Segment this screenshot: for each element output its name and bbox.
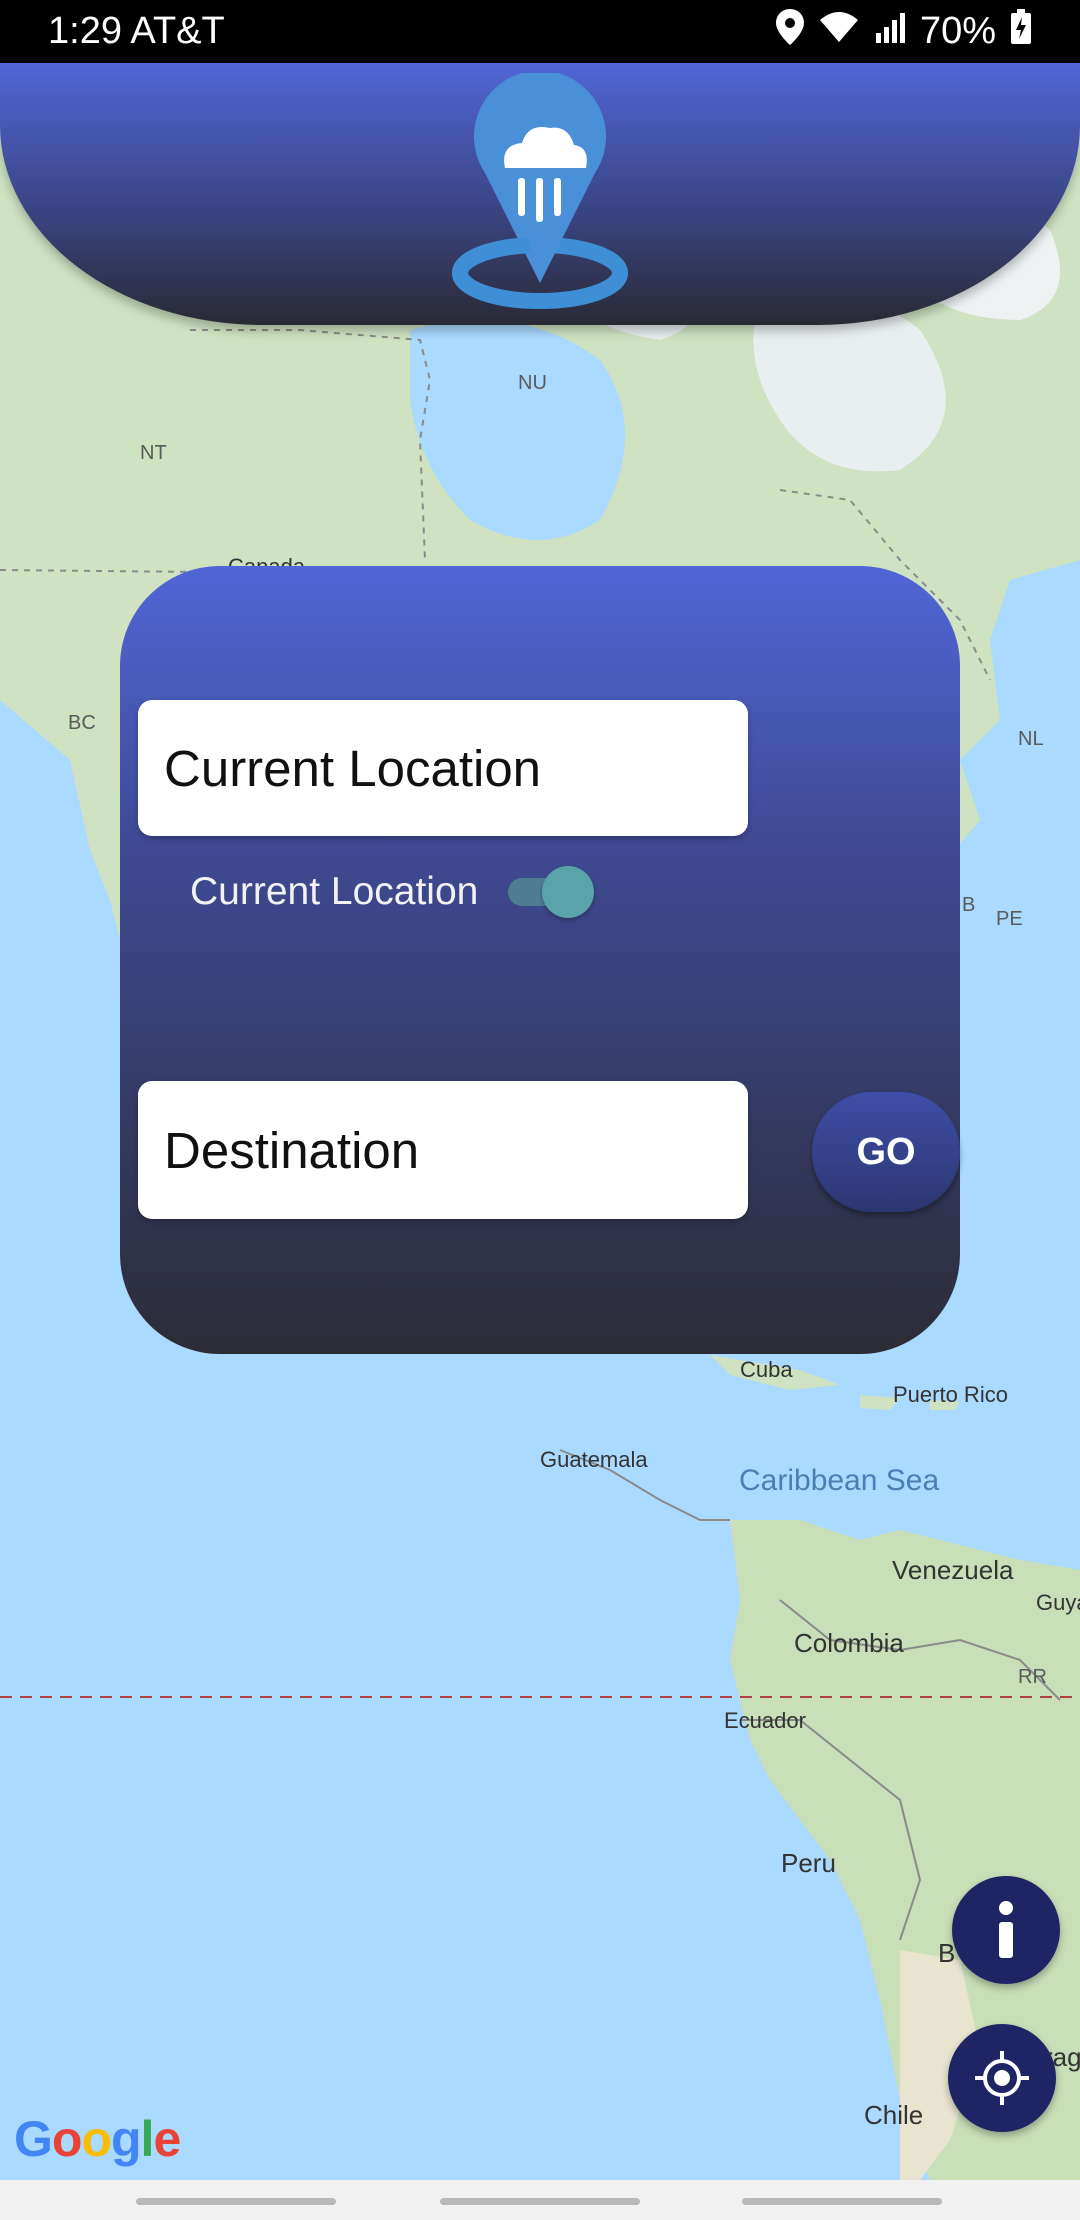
- nav-back-button[interactable]: [742, 2198, 942, 2205]
- map-label-venezuela: Venezuela: [892, 1555, 1014, 1585]
- map-label-ecuador: Ecuador: [724, 1708, 806, 1733]
- google-logo-letter: G: [14, 2111, 53, 2167]
- map-label-rr: RR: [1018, 1666, 1047, 1688]
- nav-recents-button[interactable]: [136, 2198, 336, 2205]
- go-button[interactable]: GO: [812, 1092, 960, 1212]
- google-logo-letter: l: [140, 2111, 155, 2167]
- info-icon: [999, 1901, 1013, 1958]
- location-icon: [775, 8, 804, 55]
- status-bar: 1:29 AT&T 70%: [0, 0, 1080, 63]
- google-logo: Google: [14, 2110, 181, 2168]
- google-logo-letter: g: [111, 2111, 142, 2167]
- nav-home-button[interactable]: [440, 2198, 640, 2205]
- rain-location-pin-icon: [452, 73, 628, 309]
- wifi-icon: [818, 10, 860, 54]
- map-label-chile: Chile: [864, 2100, 924, 2130]
- map-label-pe: PE: [996, 908, 1023, 930]
- google-logo-letter: o: [51, 2111, 83, 2167]
- map-label-colombia: Colombia: [794, 1628, 904, 1658]
- app-header: [0, 63, 1080, 325]
- map-label-b: B: [962, 894, 976, 916]
- current-location-toggle-row: Current Location: [190, 866, 595, 918]
- map-label-caribbean-sea: Caribbean Sea: [739, 1464, 940, 1497]
- map-label-nu: NU: [518, 372, 547, 394]
- route-panel: Current Location Current Location Destin…: [120, 566, 960, 1354]
- current-location-toggle-label: Current Location: [190, 870, 479, 913]
- status-icons: 70%: [775, 8, 1032, 55]
- my-location-icon: [975, 2051, 1029, 2105]
- map-label-bc: BC: [68, 712, 96, 734]
- map-label-nt: NT: [140, 442, 167, 464]
- google-logo-letter: e: [153, 2111, 181, 2167]
- map-label-guatemala: Guatemala: [540, 1447, 648, 1472]
- map-label-puerto-rico: Puerto Rico: [893, 1382, 1008, 1407]
- info-button[interactable]: [952, 1876, 1060, 1984]
- toggle-thumb: [542, 866, 595, 918]
- battery-percent: 70%: [919, 10, 996, 52]
- current-location-toggle[interactable]: [508, 866, 595, 918]
- destination-input[interactable]: Destination: [138, 1081, 748, 1219]
- status-time-carrier: 1:29 AT&T: [48, 10, 225, 52]
- system-nav-bar: [0, 2180, 1080, 2220]
- origin-input[interactable]: Current Location: [138, 700, 748, 836]
- signal-icon: [874, 10, 906, 53]
- my-location-button[interactable]: [948, 2024, 1056, 2132]
- map-label-nl: NL: [1018, 728, 1044, 750]
- map-label-cuba: Cuba: [740, 1357, 793, 1382]
- google-logo-letter: o: [81, 2111, 112, 2167]
- battery-charging-icon: [1010, 8, 1032, 55]
- map-label-peru: Peru: [781, 1848, 836, 1878]
- map-label-guya: Guya: [1036, 1590, 1080, 1615]
